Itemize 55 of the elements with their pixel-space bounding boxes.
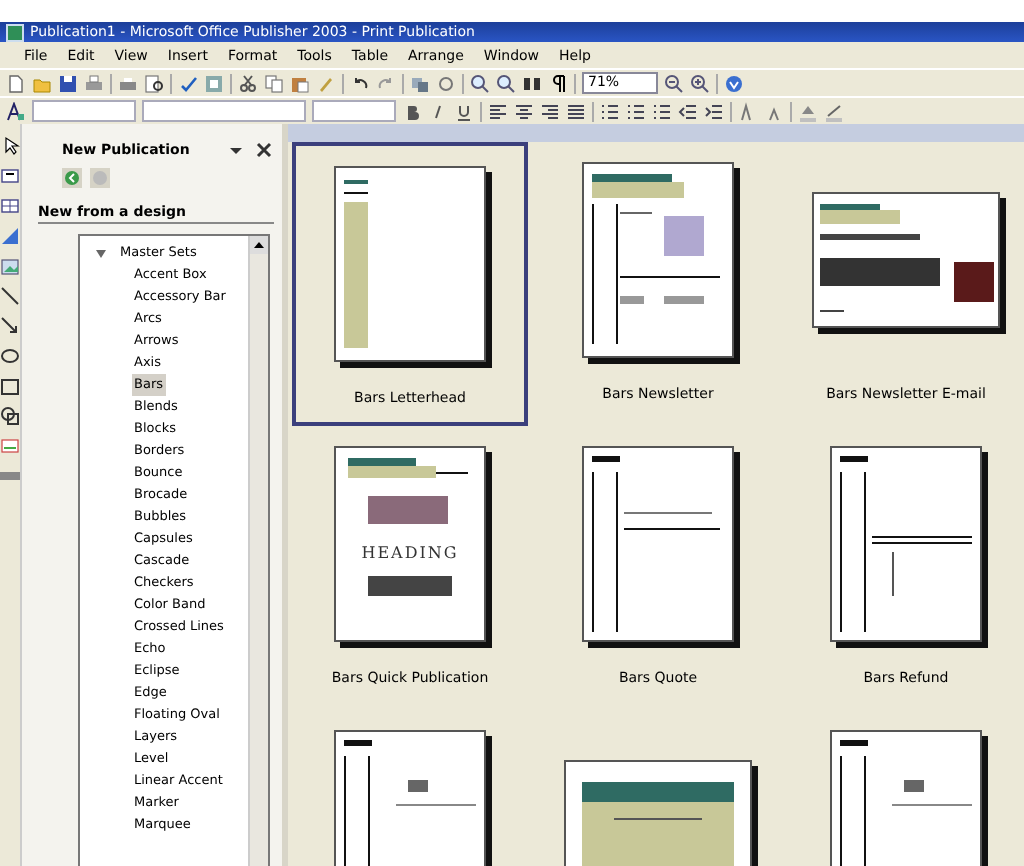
picture-icon[interactable] xyxy=(0,256,20,276)
bullets-icon[interactable] xyxy=(652,101,672,121)
justify-icon[interactable] xyxy=(566,101,586,121)
expanded-triangle-icon[interactable] xyxy=(96,247,106,259)
help-icon[interactable] xyxy=(724,73,744,93)
size-field[interactable] xyxy=(312,100,396,122)
scrollbar[interactable] xyxy=(248,236,268,866)
table-icon[interactable] xyxy=(0,196,20,216)
save-icon[interactable] xyxy=(58,73,78,93)
autoshapes-icon[interactable] xyxy=(0,406,20,426)
arrow-icon[interactable] xyxy=(0,316,20,336)
oval-icon[interactable] xyxy=(0,346,20,366)
zoom-in-icon[interactable] xyxy=(690,73,710,93)
arrange-icon[interactable] xyxy=(410,73,430,93)
close-icon[interactable] xyxy=(254,140,274,160)
undo-icon[interactable] xyxy=(350,73,370,93)
back-button[interactable] xyxy=(62,168,82,188)
app-icon xyxy=(6,23,24,41)
printer-icon[interactable] xyxy=(84,73,104,93)
scissors-icon[interactable] xyxy=(238,73,258,93)
zoom-in-icon[interactable] xyxy=(496,73,516,93)
pointer-icon[interactable] xyxy=(0,136,20,156)
preview-heading: HEADING xyxy=(359,543,461,561)
fill-color-icon[interactable] xyxy=(798,101,818,121)
pilcrow-icon[interactable] xyxy=(548,73,568,93)
photo-placeholder xyxy=(368,495,448,523)
align-center-icon[interactable] xyxy=(514,101,534,121)
line-icon[interactable] xyxy=(0,286,20,306)
bullets-icon[interactable] xyxy=(626,101,646,121)
wordart-icon[interactable] xyxy=(0,226,20,246)
more-controls-icon[interactable] xyxy=(0,466,20,486)
line-color-icon[interactable] xyxy=(824,101,844,121)
zoom-out-icon[interactable] xyxy=(470,73,490,93)
clip-art-icon[interactable] xyxy=(0,436,20,456)
zoom-out-icon[interactable] xyxy=(664,73,684,93)
indent-icon[interactable] xyxy=(704,101,724,121)
columns-icon[interactable] xyxy=(522,73,542,93)
clipboard-icon[interactable] xyxy=(290,73,310,93)
bold-icon[interactable] xyxy=(402,101,422,121)
styles-icon[interactable] xyxy=(6,101,26,121)
spelling-icon[interactable] xyxy=(178,73,198,93)
outdent-icon[interactable] xyxy=(678,101,698,121)
font-field[interactable] xyxy=(142,100,306,122)
scroll-up-icon[interactable] xyxy=(250,236,268,254)
style-field[interactable] xyxy=(32,100,136,122)
align-left-icon[interactable] xyxy=(488,101,508,121)
text-box-icon[interactable] xyxy=(0,166,20,186)
copy-icon[interactable] xyxy=(264,73,284,93)
numbering-icon[interactable] xyxy=(600,101,620,121)
rectangle-icon[interactable] xyxy=(0,376,20,396)
align-right-icon[interactable] xyxy=(540,101,560,121)
text-block xyxy=(368,575,452,595)
preview-icon[interactable] xyxy=(144,73,164,93)
underline-icon[interactable] xyxy=(454,101,474,121)
rotate-icon[interactable] xyxy=(436,73,456,93)
